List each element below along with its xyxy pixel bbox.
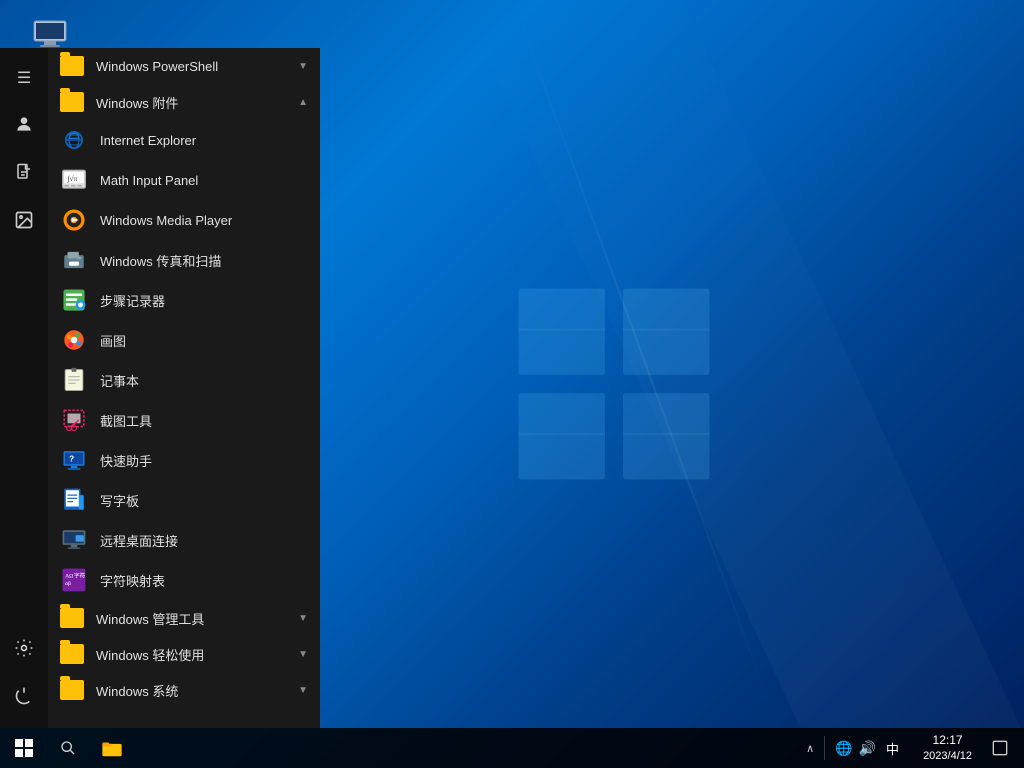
start-button[interactable] bbox=[0, 728, 48, 768]
app-label: 步骤记录器 bbox=[100, 291, 165, 310]
windows-logo-watermark bbox=[514, 284, 714, 484]
chevron-down-icon bbox=[298, 685, 308, 696]
folder-icon bbox=[60, 680, 84, 700]
sidebar-settings[interactable] bbox=[0, 628, 48, 672]
language-indicator[interactable]: 中 bbox=[882, 739, 903, 758]
sidebar-user[interactable] bbox=[0, 104, 48, 148]
chevron-up-icon bbox=[298, 97, 308, 108]
volume-icon[interactable]: 🔊 bbox=[859, 740, 876, 757]
tray-separator bbox=[824, 736, 825, 760]
photo-icon bbox=[14, 210, 34, 235]
app-math-input-panel[interactable]: ∫√π Math Input Panel bbox=[48, 160, 320, 200]
folder-label: Windows 轻松使用 bbox=[96, 645, 204, 664]
app-list[interactable]: Windows PowerShell Windows 附件 bbox=[48, 48, 320, 728]
taskbar: ∧ 🌐 🔊 中 12:17 2023/4/12 bbox=[0, 728, 1024, 768]
snip-icon bbox=[60, 406, 88, 434]
folder-icon bbox=[60, 92, 84, 112]
file-explorer-icon bbox=[101, 737, 123, 759]
document-icon bbox=[15, 162, 33, 187]
folder-label: Windows 附件 bbox=[96, 93, 178, 112]
hamburger-icon: ☰ bbox=[17, 68, 31, 88]
user-icon bbox=[14, 114, 34, 139]
chevron-down-icon bbox=[298, 649, 308, 660]
taskbar-file-explorer[interactable] bbox=[88, 728, 136, 768]
tray-chevron[interactable]: ∧ bbox=[806, 742, 814, 755]
app-label: 记事本 bbox=[100, 371, 139, 390]
app-snipping-tool[interactable]: 截图工具 bbox=[48, 400, 320, 440]
folder-windows-admin[interactable]: Windows 管理工具 bbox=[48, 600, 320, 636]
sidebar-bottom bbox=[0, 628, 48, 728]
folder-windows-accessories[interactable]: Windows 附件 bbox=[48, 84, 320, 120]
app-label: 截图工具 bbox=[100, 411, 152, 430]
folder-label: Windows 系统 bbox=[96, 681, 178, 700]
app-internet-explorer[interactable]: Internet Explorer bbox=[48, 120, 320, 160]
ie-icon bbox=[60, 126, 88, 154]
search-icon bbox=[60, 740, 76, 756]
fax-icon bbox=[60, 246, 88, 274]
system-tray: ∧ 🌐 🔊 中 12:17 2023/4/12 bbox=[798, 728, 1024, 768]
folder-label: Windows 管理工具 bbox=[96, 609, 204, 628]
app-label: 字符映射表 bbox=[100, 571, 165, 590]
notification-icon bbox=[992, 740, 1008, 756]
sidebar-hamburger[interactable]: ☰ bbox=[0, 56, 48, 100]
charmap-icon: AΩ αβ 字符 bbox=[60, 566, 88, 594]
app-label: Internet Explorer bbox=[100, 133, 196, 148]
app-windows-fax-scan[interactable]: Windows 传真和扫描 bbox=[48, 240, 320, 280]
app-label: Math Input Panel bbox=[100, 173, 198, 188]
desktop: 此电脑 ☰ bbox=[0, 0, 1024, 768]
app-label: 写字板 bbox=[100, 491, 139, 510]
start-menu: ☰ bbox=[0, 48, 320, 728]
chevron-down-icon bbox=[298, 61, 308, 72]
settings-icon bbox=[14, 638, 34, 663]
app-wordpad[interactable]: 写字板 bbox=[48, 480, 320, 520]
math-icon: ∫√π bbox=[60, 166, 88, 194]
app-label: 远程桌面连接 bbox=[100, 531, 178, 550]
app-label: 快速助手 bbox=[100, 451, 152, 470]
folder-label: Windows PowerShell bbox=[96, 59, 218, 74]
remote-icon bbox=[60, 526, 88, 554]
folder-icon bbox=[60, 56, 84, 76]
folder-icon bbox=[60, 608, 84, 628]
app-windows-media-player[interactable]: Windows Media Player bbox=[48, 200, 320, 240]
app-label: 画图 bbox=[100, 331, 126, 350]
folder-windows-system[interactable]: Windows 系统 bbox=[48, 672, 320, 708]
app-quick-assist[interactable]: ? 快速助手 bbox=[48, 440, 320, 480]
wordpad-icon bbox=[60, 486, 88, 514]
folder-windows-powershell[interactable]: Windows PowerShell bbox=[48, 48, 320, 84]
svg-text:字符: 字符 bbox=[74, 572, 86, 580]
sidebar-document[interactable] bbox=[0, 152, 48, 196]
notepad-icon bbox=[60, 366, 88, 394]
folder-windows-ease[interactable]: Windows 轻松使用 bbox=[48, 636, 320, 672]
app-label: Windows 传真和扫描 bbox=[100, 251, 221, 270]
steps-icon bbox=[60, 286, 88, 314]
app-notepad[interactable]: 记事本 bbox=[48, 360, 320, 400]
app-remote-desktop[interactable]: 远程桌面连接 bbox=[48, 520, 320, 560]
sidebar-photo[interactable] bbox=[0, 200, 48, 244]
clock-date: 2023/4/12 bbox=[923, 749, 972, 763]
chevron-down-icon bbox=[298, 613, 308, 624]
folder-icon bbox=[60, 644, 84, 664]
app-paint[interactable]: 画图 bbox=[48, 320, 320, 360]
app-steps-recorder[interactable]: 步骤记录器 bbox=[48, 280, 320, 320]
svg-text:αβ: αβ bbox=[65, 581, 71, 587]
wmp-icon bbox=[60, 206, 88, 234]
app-charmap[interactable]: AΩ αβ 字符 字符映射表 bbox=[48, 560, 320, 600]
power-icon bbox=[14, 686, 34, 711]
sidebar-power[interactable] bbox=[0, 676, 48, 720]
search-button[interactable] bbox=[48, 728, 88, 768]
svg-text:AΩ: AΩ bbox=[65, 574, 73, 580]
system-clock[interactable]: 12:17 2023/4/12 bbox=[915, 728, 980, 768]
svg-text:?: ? bbox=[69, 455, 74, 464]
windows-start-icon bbox=[15, 739, 33, 757]
network-icon[interactable]: 🌐 bbox=[835, 740, 852, 757]
tray-icons: ∧ 🌐 🔊 中 bbox=[798, 736, 911, 760]
start-sidebar: ☰ bbox=[0, 48, 48, 728]
svg-text:∫√π: ∫√π bbox=[67, 174, 78, 183]
clock-time: 12:17 bbox=[933, 733, 963, 749]
app-label: Windows Media Player bbox=[100, 213, 232, 228]
quickassist-icon: ? bbox=[60, 446, 88, 474]
paint-icon bbox=[60, 326, 88, 354]
notification-center-button[interactable] bbox=[984, 728, 1016, 768]
